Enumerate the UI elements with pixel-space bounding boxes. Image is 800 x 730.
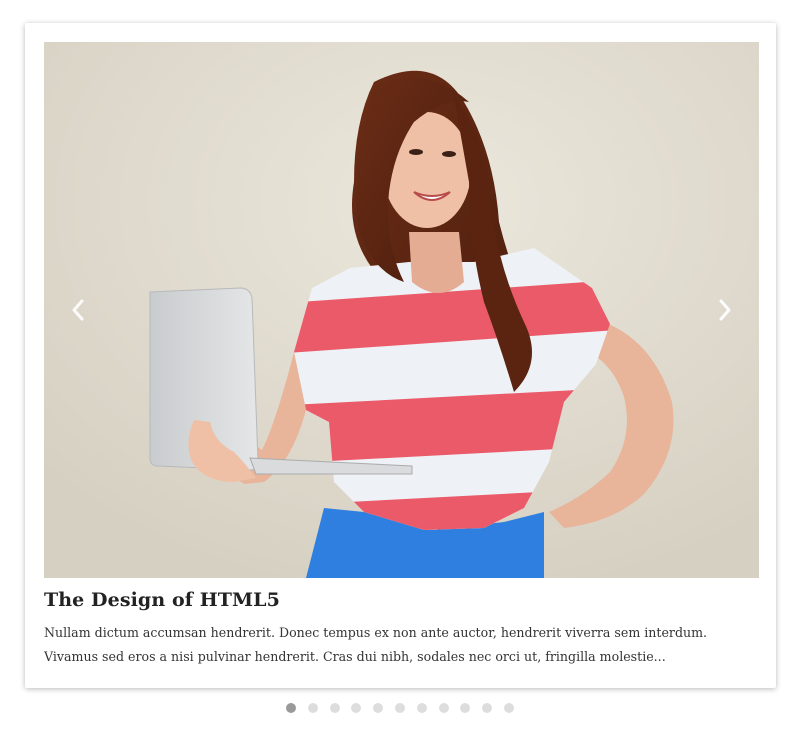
slide-description: Nullam dictum accumsan hendrerit. Donec … [44,625,708,664]
next-slide-button[interactable] [705,290,745,330]
prev-slide-button[interactable] [58,290,98,330]
pagination-dot[interactable] [307,703,318,713]
slide-title: The Design of HTML5 [44,589,280,611]
chevron-right-icon [719,299,731,321]
pagination-dot[interactable] [503,703,514,713]
chevron-left-icon [72,299,84,321]
pagination-dot[interactable] [460,703,471,713]
pagination-dot[interactable] [351,703,362,713]
pagination-dot[interactable] [438,703,449,713]
pagination-dot[interactable] [482,703,493,713]
pagination-dot[interactable] [329,703,340,713]
pagination-dot[interactable] [395,703,405,713]
pagination-dot[interactable] [373,703,384,713]
pagination-dot[interactable] [416,703,427,713]
slide-pagination [0,703,800,713]
slide-image[interactable] [44,42,759,578]
slider-card: The Design of HTML5 Nullam dictum accums… [25,23,776,688]
slide-photo [44,42,759,578]
pagination-dot[interactable] [286,703,297,713]
